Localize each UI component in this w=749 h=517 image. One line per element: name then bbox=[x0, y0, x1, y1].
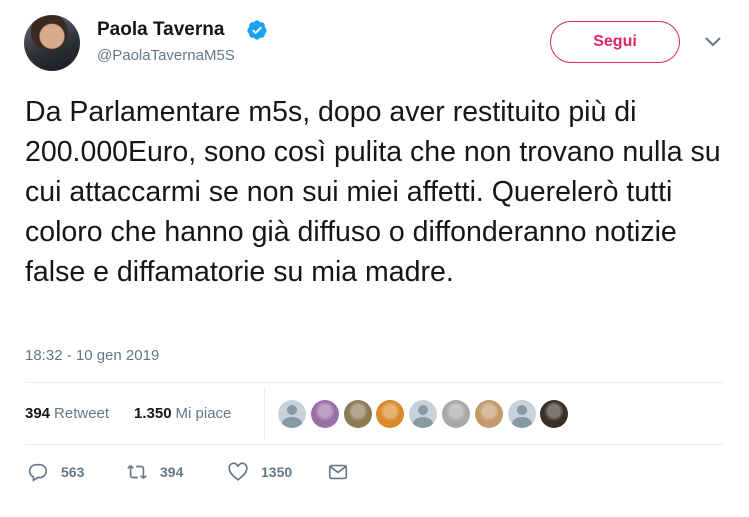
divider bbox=[25, 444, 724, 445]
stats-divider bbox=[264, 388, 265, 440]
liker-avatars bbox=[278, 400, 573, 428]
tweet-card: Paola Taverna @PaolaTavernaM5S Segui Da … bbox=[0, 0, 749, 517]
liker-avatar[interactable] bbox=[441, 400, 470, 428]
reply-count: 563 bbox=[61, 464, 85, 480]
liker-avatar[interactable] bbox=[474, 400, 503, 428]
like-button[interactable]: 1350 bbox=[227, 461, 292, 483]
follow-button[interactable]: Segui bbox=[550, 21, 680, 63]
liker-avatar[interactable] bbox=[409, 400, 438, 428]
author-name[interactable]: Paola Taverna bbox=[97, 19, 224, 41]
retweet-count: 394 bbox=[25, 405, 51, 422]
liker-avatar[interactable] bbox=[343, 400, 372, 428]
author-handle[interactable]: @PaolaTavernaM5S bbox=[97, 47, 235, 64]
retweet-action-count: 394 bbox=[160, 464, 184, 480]
liker-avatar[interactable] bbox=[376, 400, 405, 428]
envelope-icon bbox=[328, 464, 348, 480]
tweet-timestamp[interactable]: 18:32 - 10 gen 2019 bbox=[25, 347, 159, 364]
divider bbox=[25, 382, 724, 383]
like-label: Mi piace bbox=[175, 405, 232, 422]
like-stat[interactable]: 1.350 Mi piace bbox=[134, 405, 231, 422]
retweet-stat[interactable]: 394 Retweet bbox=[25, 405, 109, 422]
author-avatar[interactable] bbox=[24, 15, 80, 71]
verified-badge-icon bbox=[247, 20, 267, 40]
direct-message-button[interactable] bbox=[327, 461, 349, 483]
like-action-count: 1350 bbox=[261, 464, 293, 480]
liker-avatar[interactable] bbox=[540, 400, 569, 428]
reply-button[interactable]: 563 bbox=[27, 461, 84, 483]
retweet-label: Retweet bbox=[54, 405, 110, 422]
retweet-icon bbox=[127, 464, 147, 480]
liker-avatar[interactable] bbox=[310, 400, 339, 428]
like-count: 1.350 bbox=[134, 405, 172, 422]
chevron-down-icon[interactable] bbox=[704, 36, 722, 48]
liker-avatar[interactable] bbox=[507, 400, 536, 428]
tweet-text: Da Parlamentare m5s, dopo aver restituit… bbox=[25, 96, 721, 288]
heart-icon bbox=[228, 462, 248, 481]
retweet-button[interactable]: 394 bbox=[126, 461, 183, 483]
liker-avatar[interactable] bbox=[278, 400, 306, 428]
reply-icon bbox=[28, 463, 48, 482]
